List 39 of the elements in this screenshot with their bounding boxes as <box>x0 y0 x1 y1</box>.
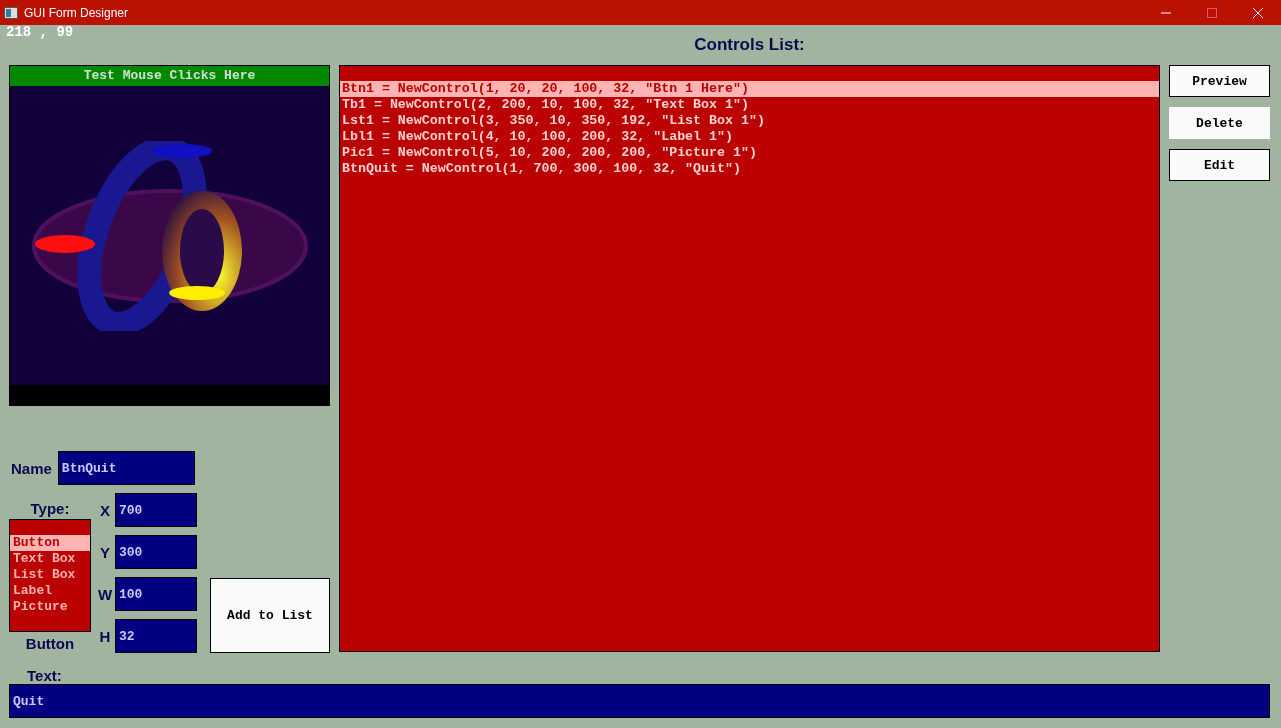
name-label: Name <box>11 459 52 477</box>
coordinate-field[interactable]: 32 <box>115 619 197 653</box>
type-list-item[interactable]: List Box <box>10 567 90 583</box>
action-button[interactable]: Delete <box>1169 107 1270 139</box>
type-list-item[interactable]: Label <box>10 583 90 599</box>
controls-list[interactable] <box>339 65 1160 652</box>
controls-list-heading: Controls List: <box>694 34 805 56</box>
controls-list-item[interactable]: Tb1 = NewControl(2, 200, 10, 100, 32, "Text Box 1") <box>340 97 1159 113</box>
coordinate-label: X <box>99 501 111 519</box>
controls-list-item[interactable]: Lbl1 = NewControl(4, 10, 100, 200, 32, "Label 1") <box>340 129 1159 145</box>
preview-title: Test Mouse Clicks Here <box>10 66 329 86</box>
name-field[interactable]: BtnQuit <box>57 451 195 485</box>
coordinate-field[interactable]: 700 <box>115 493 197 527</box>
coordinate-label: Y <box>99 543 111 561</box>
maximize-icon <box>1207 7 1217 18</box>
coordinate-label: W <box>97 585 113 603</box>
controls-list-item[interactable]: Pic1 = NewControl(5, 10, 200, 200, 200, "Picture 1") <box>340 145 1159 161</box>
type-list[interactable]: Button Text Box List Box Label Picture <box>9 519 91 632</box>
action-button[interactable]: Preview <box>1169 65 1270 97</box>
type-list-item[interactable]: Picture <box>10 599 90 615</box>
close-icon <box>1253 7 1263 18</box>
controls-list-item[interactable]: Lst1 = NewControl(3, 350, 10, 350, 192, "List Box 1") <box>340 113 1159 129</box>
type-list-item[interactable]: Button <box>10 535 90 551</box>
add-to-list-button[interactable]: Add to List <box>210 578 330 653</box>
coordinate-field[interactable]: 300 <box>115 535 197 569</box>
type-value: Button <box>25 635 75 652</box>
controls-list-item[interactable]: Btn1 = NewControl(1, 20, 20, 100, 32, "Btn 1 Here") <box>340 81 1159 97</box>
app-icon <box>4 6 18 19</box>
window-title: GUI Form Designer <box>24 5 130 20</box>
preview-panel[interactable]: Test Mouse Clicks Here <box>9 65 330 406</box>
mouse-coordinates: 218 , 99 <box>6 25 75 42</box>
type-list-item[interactable]: Text Box <box>10 551 90 567</box>
text-field[interactable]: Quit <box>9 684 1270 718</box>
action-button[interactable]: Edit <box>1169 149 1270 181</box>
text-label: Text: <box>27 667 62 684</box>
coordinate-field[interactable]: 100 <box>115 577 197 611</box>
controls-list-item[interactable]: BtnQuit = NewControl(1, 700, 300, 100, 32, "Quit") <box>340 161 1159 177</box>
coordinate-label: H <box>98 627 112 645</box>
type-label: Type: <box>30 500 70 517</box>
